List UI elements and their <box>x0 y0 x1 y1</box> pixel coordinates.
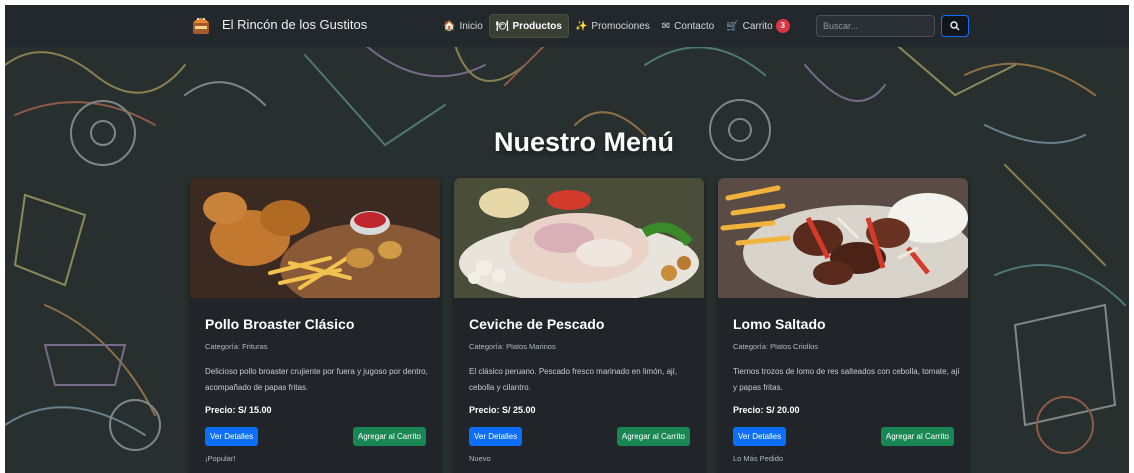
product-image-ceviche <box>454 178 704 298</box>
nav-link-contacto[interactable]: ✉ Contacto <box>656 14 720 38</box>
product-description: Tiernos trozos de lomo de res salteados … <box>733 367 960 392</box>
search-icon <box>950 21 960 31</box>
brand-logo-icon <box>193 18 209 34</box>
product-image-lomo <box>718 178 968 298</box>
nav-link-promociones[interactable]: ✨ Promociones <box>569 14 656 38</box>
brand-name: El Rincón de los Gustitos <box>222 16 368 32</box>
product-price: Precio: S/ 25.00 <box>469 405 536 415</box>
product-card: Ceviche de Pescado Categoría: Platos Mar… <box>454 178 704 473</box>
cart-icon: 🛒 <box>726 20 739 32</box>
nav-link-label: Contacto <box>674 20 715 32</box>
nav-link-label: Productos <box>512 20 562 32</box>
product-description: Delicioso pollo broaster crujiente por f… <box>205 367 428 392</box>
product-tag: Nuevo <box>469 454 491 463</box>
search-button[interactable] <box>941 15 969 37</box>
add-to-cart-button[interactable]: Agregar al Carrito <box>352 427 426 446</box>
envelope-icon: ✉ <box>661 20 671 32</box>
product-category: Categoría: Platos Criollos <box>733 342 819 351</box>
nav-link-label: Promociones <box>591 20 650 32</box>
nav-link-label: Carrito <box>742 20 773 32</box>
menu-icon: 🍽 <box>495 20 509 32</box>
house-icon: 🏠 <box>443 20 456 32</box>
nav-links: 🏠 Inicio 🍽 Productos ✨ Promociones ✉ Con… <box>437 14 796 38</box>
add-to-cart-button[interactable]: Agregar al Carrito <box>616 427 690 446</box>
product-tag: ¡Popular! <box>205 454 236 463</box>
navbar: El Rincón de los Gustitos 🏠 Inicio 🍽 Pro… <box>5 5 1129 47</box>
nav-link-carrito[interactable]: 🛒 Carrito 3 <box>720 14 795 38</box>
view-details-button[interactable]: Ver Detalles <box>205 427 259 446</box>
nav-link-inicio[interactable]: 🏠 Inicio <box>437 14 489 38</box>
brand[interactable]: El Rincón de los Gustitos <box>191 13 367 35</box>
product-name: Lomo Saltado <box>733 316 826 332</box>
product-card: Pollo Broaster Clásico Categoría: Fritur… <box>190 178 440 473</box>
product-description: El clásico peruano. Pescado fresco marin… <box>469 367 678 392</box>
search-input[interactable] <box>816 15 935 37</box>
product-tag: Lo Más Pedido <box>733 454 784 463</box>
product-image-pollo <box>190 178 440 298</box>
nav-link-productos[interactable]: 🍽 Productos <box>488 14 569 38</box>
nav-link-label: Inicio <box>459 20 483 32</box>
product-category: Categoría: Platos Marinos <box>469 342 556 351</box>
product-card: Lomo Saltado Categoría: Platos Criollos … <box>718 178 968 473</box>
view-details-button[interactable]: Ver Detalles <box>733 427 787 446</box>
product-name: Pollo Broaster Clásico <box>205 316 355 332</box>
page-title: Nuestro Menú <box>493 127 674 157</box>
product-price: Precio: S/ 20.00 <box>733 405 800 415</box>
add-to-cart-button[interactable]: Agregar al Carrito <box>880 427 954 446</box>
cart-count-badge: 3 <box>775 19 790 33</box>
product-price: Precio: S/ 15.00 <box>205 405 272 415</box>
view-details-button[interactable]: Ver Detalles <box>469 427 523 446</box>
product-category: Categoría: Frituras <box>205 342 268 351</box>
product-name: Ceviche de Pescado <box>469 316 605 332</box>
page: El Rincón de los Gustitos 🏠 Inicio 🍽 Pro… <box>5 5 1129 473</box>
sparkles-icon: ✨ <box>574 20 588 32</box>
